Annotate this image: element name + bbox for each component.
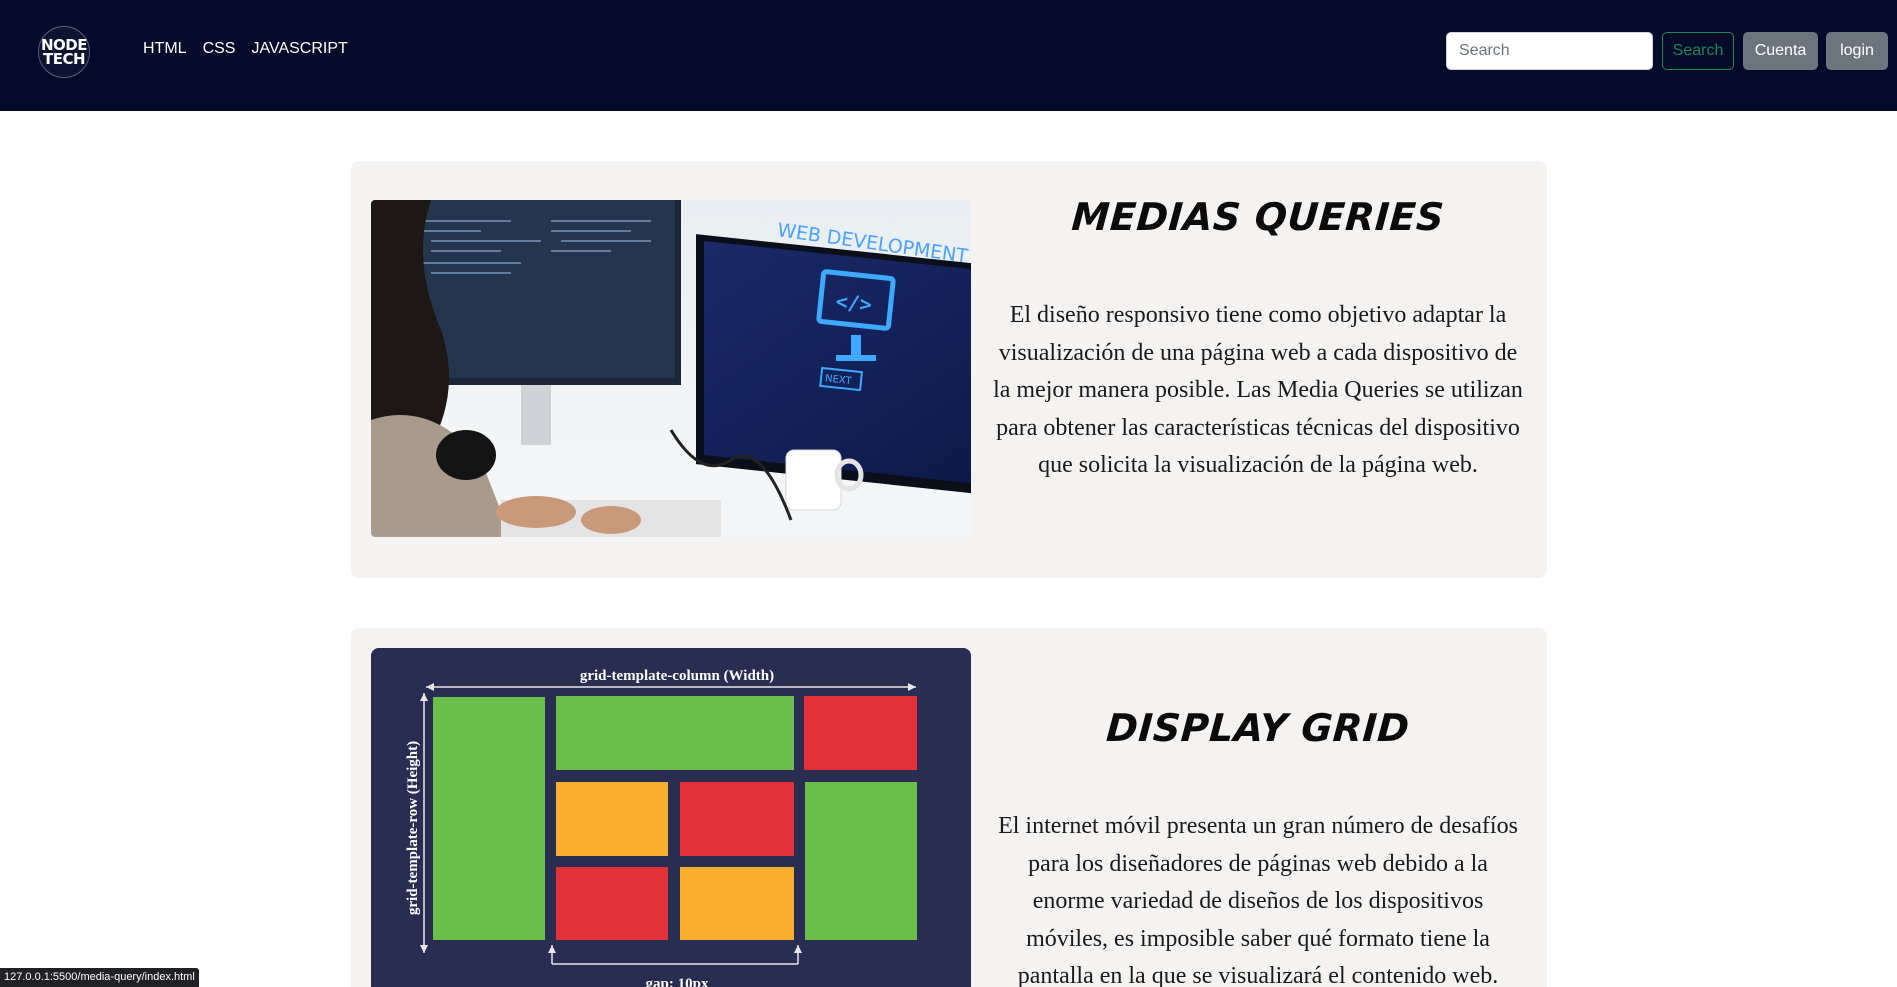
navbar: NODE TECH HTML CSS JAVASCRIPT Search Cue… — [0, 0, 1897, 111]
nav-links: HTML CSS JAVASCRIPT — [143, 40, 348, 58]
grid-row-label: grid-template-row (Height) — [405, 741, 421, 915]
grid-column-label: grid-template-column (Width) — [580, 668, 774, 684]
grid-diagram-image: grid-template-column (Width) grid-templa… — [371, 648, 971, 987]
browser-status-bar: 127.0.0.1:5500/media-query/index.html — [0, 968, 199, 987]
grid-gap-label: gap: 10px — [646, 976, 709, 987]
card-text: El diseño responsivo tiene como objetivo… — [993, 302, 1523, 478]
card-text: El internet móvil presenta un gran númer… — [998, 813, 1518, 987]
card-title: DISPLAY GRID — [1104, 706, 1412, 750]
nav-link-css[interactable]: CSS — [203, 40, 236, 58]
nav-link-html[interactable]: HTML — [143, 40, 187, 58]
card-body: DISPLAY GRID El internet móvil presenta … — [984, 706, 1532, 987]
account-button[interactable]: Cuenta — [1743, 32, 1818, 70]
card-title: MEDIAS QUERIES — [1070, 195, 1446, 239]
nav-link-javascript[interactable]: JAVASCRIPT — [251, 40, 347, 58]
card-media-queries: WEB DEVELOPMENT </> NEXT MEDIAS QUERIES … — [351, 161, 1547, 578]
svg-text:</>: </> — [835, 289, 873, 317]
card-display-grid: grid-template-column (Width) grid-templa… — [351, 628, 1547, 987]
search-input[interactable] — [1446, 32, 1653, 70]
logo-line-2: TECH — [42, 50, 86, 68]
web-development-image: WEB DEVELOPMENT </> NEXT — [371, 200, 971, 537]
card-body: MEDIAS QUERIES El diseño responsivo tien… — [984, 195, 1532, 485]
search-button[interactable]: Search — [1662, 32, 1734, 70]
login-button[interactable]: login — [1826, 32, 1888, 70]
logo[interactable]: NODE TECH — [38, 26, 90, 78]
